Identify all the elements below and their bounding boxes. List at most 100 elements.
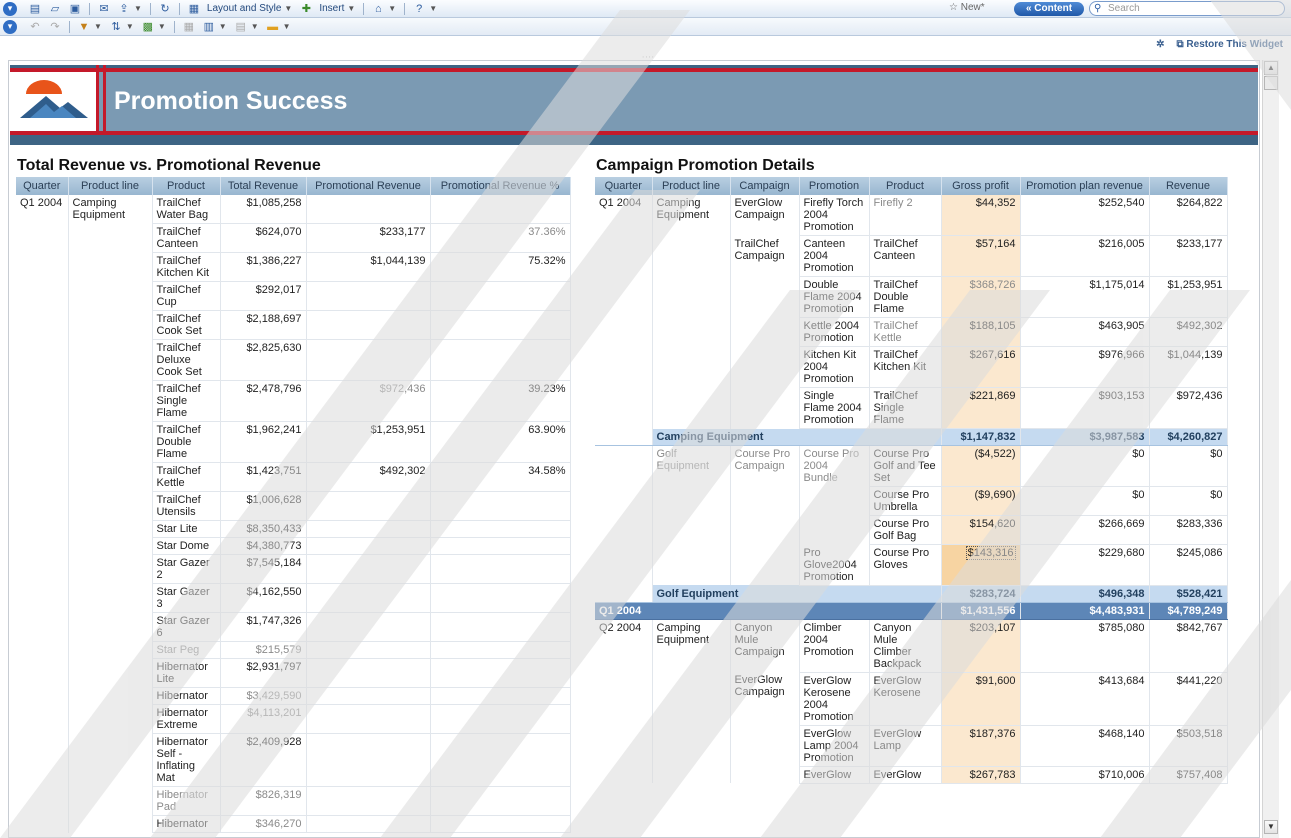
layout-icon: ▦: [188, 3, 200, 15]
sort-caret-icon[interactable]: ▼: [126, 22, 134, 31]
selected-cell-value[interactable]: $143,316: [965, 546, 1016, 560]
group-icon[interactable]: ▥: [202, 20, 216, 34]
column-header[interactable]: Product line: [68, 177, 153, 195]
ungroup-icon[interactable]: ▤: [234, 20, 248, 34]
gear-icon[interactable]: ✲: [1156, 39, 1164, 50]
new-page-icon[interactable]: ▤: [28, 2, 42, 16]
restore-icon: ⧉: [1176, 39, 1184, 50]
product-cell: Hibernator Lite: [152, 658, 221, 688]
promo-revenue-cell: $972,436: [306, 380, 431, 422]
product-cell: EverGlow Lamp: [869, 725, 942, 767]
summarize-caret-icon[interactable]: ▼: [158, 22, 166, 31]
summarize-icon[interactable]: ▩: [141, 20, 155, 34]
open-icon[interactable]: ▱: [48, 2, 62, 16]
gross-profit-cell: $221,869: [941, 387, 1021, 429]
insert-caret-icon[interactable]: ▼: [347, 4, 355, 13]
gross-profit-cell: $283,724: [941, 585, 1021, 603]
column-header[interactable]: Product line: [652, 177, 731, 195]
product-cell: TrailChef Water Bag: [152, 195, 221, 224]
column-header[interactable]: Promotion: [799, 177, 870, 195]
column-header[interactable]: Gross profit: [941, 177, 1021, 195]
column-header[interactable]: Campaign: [730, 177, 800, 195]
refresh-icon[interactable]: ↻: [158, 2, 172, 16]
scroll-up-arrow-icon[interactable]: ▲: [1264, 61, 1278, 75]
ungroup-caret-icon[interactable]: ▼: [251, 22, 259, 31]
promotion-cell: Kettle 2004 Promotion: [799, 317, 870, 347]
column-header[interactable]: Promotion plan revenue: [1020, 177, 1150, 195]
insert-menu[interactable]: Insert: [319, 3, 344, 14]
layout-caret-icon[interactable]: ▼: [284, 4, 292, 13]
promo-pct-cell: 75.32%: [430, 252, 571, 282]
share-caret-icon[interactable]: ▼: [134, 4, 142, 13]
highlight-icon[interactable]: ▬: [266, 20, 280, 34]
group-caret-icon[interactable]: ▼: [219, 22, 227, 31]
product-cell: Hibernator: [152, 687, 221, 705]
portal-caret-icon[interactable]: ▼: [388, 4, 396, 13]
promo-pct-cell: [430, 704, 571, 734]
share-icon[interactable]: ⇪: [117, 2, 131, 16]
promo-revenue-cell: [306, 704, 431, 734]
promo-revenue-cell: [306, 310, 431, 340]
column-header[interactable]: Total Revenue: [220, 177, 307, 195]
redo-icon[interactable]: ↷: [48, 20, 62, 34]
new-star-button[interactable]: ☆ New*: [949, 2, 985, 13]
scroll-thumb[interactable]: [1264, 76, 1278, 90]
filter-icon[interactable]: ▼: [77, 20, 91, 34]
total-revenue-cell: $826,319: [220, 786, 307, 816]
revenue-cell: $233,177: [1149, 235, 1228, 277]
portal-icon[interactable]: ⌂: [371, 2, 385, 16]
column-header[interactable]: Product: [869, 177, 942, 195]
gross-profit-cell: $154,620: [941, 515, 1021, 545]
scroll-down-arrow-icon[interactable]: ▼: [1264, 820, 1278, 834]
sort-icon[interactable]: ⇅: [109, 20, 123, 34]
content-button[interactable]: « Content: [1014, 2, 1084, 16]
product-cell: TrailChef Utensils: [152, 491, 221, 521]
product-cell: TrailChef Kitchen Kit: [869, 346, 942, 388]
promo-pct-cell: [430, 641, 571, 659]
search-input[interactable]: ⚲ Search: [1089, 1, 1285, 16]
gross-profit-cell[interactable]: $143,316: [941, 544, 1021, 586]
promo-revenue-cell: [306, 641, 431, 659]
column-header[interactable]: Quarter: [595, 177, 653, 195]
toolbar-separator: [178, 2, 180, 15]
promo-revenue-cell: [306, 733, 431, 787]
product-cell: Course Pro Umbrella: [869, 486, 942, 516]
save-icon[interactable]: ▣: [68, 2, 82, 16]
toolbar-separator: [363, 2, 365, 15]
promo-revenue-cell: [306, 786, 431, 816]
column-header[interactable]: Quarter: [16, 177, 69, 195]
column-header[interactable]: Promotional Revenue %: [430, 177, 571, 195]
column-header[interactable]: Product: [152, 177, 221, 195]
revenue-cell: $283,336: [1149, 515, 1228, 545]
help-icon[interactable]: ?: [412, 2, 426, 16]
vertical-scrollbar[interactable]: ▲ ▼: [1262, 60, 1279, 838]
column-header[interactable]: Revenue: [1149, 177, 1228, 195]
promo-revenue-cell: $1,044,139: [306, 252, 431, 282]
quarter-cell: Q1 2004: [16, 195, 69, 833]
total-revenue-cell: $2,931,797: [220, 658, 307, 688]
product-cell: TrailChef Single Flame: [869, 387, 942, 429]
restore-widget-button[interactable]: ✲ ⧉ Restore This Widget: [1156, 39, 1283, 50]
table-icon[interactable]: ▦: [182, 20, 196, 34]
column-header[interactable]: Promotional Revenue: [306, 177, 431, 195]
promo-pct-cell: [430, 583, 571, 613]
highlight-caret-icon[interactable]: ▼: [283, 22, 291, 31]
email-icon[interactable]: ✉: [97, 2, 111, 16]
insert-icon: ✚: [301, 3, 311, 15]
undo-icon[interactable]: ↶: [28, 20, 42, 34]
gross-profit-cell: $368,726: [941, 276, 1021, 318]
filter-caret-icon[interactable]: ▼: [94, 22, 102, 31]
search-icon: ⚲: [1094, 3, 1102, 14]
layout-style-menu[interactable]: Layout and Style: [207, 3, 282, 14]
plan-revenue-cell: $252,540: [1020, 195, 1150, 236]
revenue-cell: $0: [1149, 486, 1228, 516]
product-cell: TrailChef Kettle: [869, 317, 942, 347]
menu-circle-button[interactable]: ▾: [3, 1, 17, 16]
product-cell: TrailChef Double Flame: [869, 276, 942, 318]
promotion-cell: Single Flame 2004 Promotion: [799, 387, 870, 429]
total-revenue-cell: $215,579: [220, 641, 307, 659]
table-row: Golf Equipment Course Pro Campaign Course …: [595, 445, 1228, 585]
widget-menu-button[interactable]: ▾: [3, 19, 17, 34]
total-revenue-cell: $1,386,227: [220, 252, 307, 282]
help-caret-icon[interactable]: ▼: [429, 4, 437, 13]
